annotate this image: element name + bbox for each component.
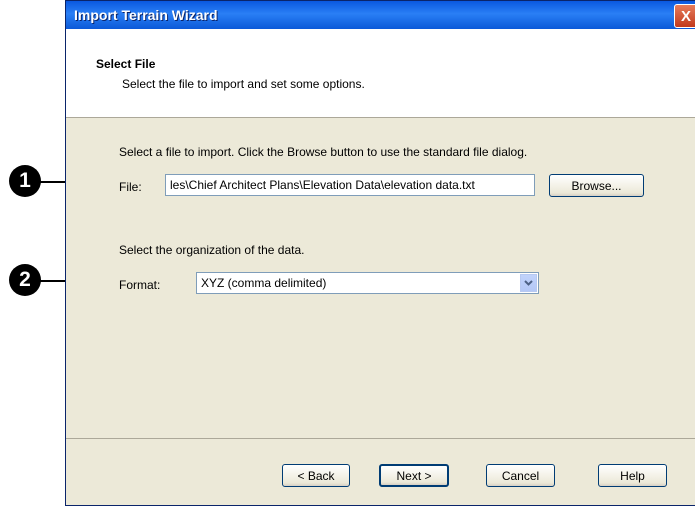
file-instruction: Select a file to import. Click the Brows… [119, 145, 528, 159]
chevron-down-icon[interactable] [520, 274, 537, 292]
format-label: Format: [119, 278, 161, 292]
wizard-content: Select a file to import. Click the Brows… [66, 118, 695, 438]
step-title: Select File [96, 57, 156, 71]
cancel-button[interactable]: Cancel [486, 464, 555, 487]
step-subtitle: Select the file to import and set some o… [122, 77, 365, 91]
browse-button[interactable]: Browse... [549, 174, 644, 197]
callout-1: 1 [9, 165, 41, 197]
wizard-header: Select File Select the file to import an… [66, 29, 695, 118]
next-button[interactable]: Next > [379, 464, 449, 487]
title-bar[interactable]: Import Terrain Wizard X [66, 1, 695, 29]
format-instruction: Select the organization of the data. [119, 243, 305, 257]
close-button[interactable]: X [674, 4, 695, 28]
callout-2: 2 [9, 264, 41, 296]
back-button[interactable]: < Back [282, 464, 350, 487]
format-selected-value: XYZ (comma delimited) [201, 276, 327, 290]
close-icon: X [680, 7, 691, 25]
wizard-footer: < Back Next > Cancel Help [66, 438, 695, 509]
format-select[interactable]: XYZ (comma delimited) [196, 272, 539, 294]
file-label: File: [119, 180, 142, 194]
import-terrain-wizard-window: Import Terrain Wizard X Select File Sele… [65, 0, 695, 506]
help-button[interactable]: Help [598, 464, 667, 487]
file-path-input[interactable]: les\Chief Architect Plans\Elevation Data… [165, 174, 535, 196]
window-title: Import Terrain Wizard [74, 7, 218, 23]
